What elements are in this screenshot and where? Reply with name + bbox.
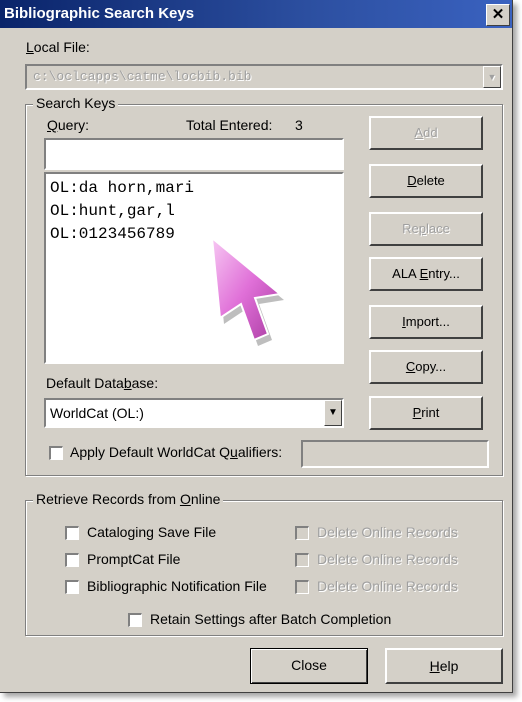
cataloging-save-file-label: Cataloging Save File <box>87 524 217 540</box>
delete-online-records-label: Delete Online Records <box>317 578 458 594</box>
delete-button[interactable]: Delete <box>369 164 483 198</box>
ala-entry-button[interactable]: ALA Entry... <box>369 257 483 291</box>
total-entered-label: Total Entered: <box>186 117 273 133</box>
local-file-value: c:\oclcapps\catme\locbib.bib <box>33 69 252 84</box>
list-item[interactable]: OL:0123456789 <box>50 223 175 246</box>
search-keys-group-title: Search Keys <box>33 95 119 111</box>
retain-settings-label: Retain Settings after Batch Completion <box>150 611 392 627</box>
help-button[interactable]: Help <box>385 648 503 684</box>
promptcat-file-checkbox[interactable] <box>65 553 79 567</box>
bibliographic-notification-file-label: Bibliographic Notification File <box>87 578 267 594</box>
query-input[interactable] <box>44 138 344 170</box>
default-database-select[interactable]: WorldCat (OL:) ▼ <box>44 398 344 428</box>
dialog-window: Bibliographic Search Keys ✕ Local File: … <box>0 0 513 693</box>
delete-online-records-label: Delete Online Records <box>317 524 458 540</box>
search-keys-list[interactable]: OL:da horn,mari OL:hunt,gar,l OL:0123456… <box>44 172 344 364</box>
delete-online-records-checkbox[interactable] <box>295 553 309 567</box>
close-button[interactable]: ✕ <box>486 4 510 26</box>
bibliographic-notification-file-checkbox[interactable] <box>65 580 79 594</box>
apply-qualifiers-checkbox[interactable] <box>49 446 63 460</box>
title-bar[interactable]: Bibliographic Search Keys ✕ <box>0 0 512 28</box>
promptcat-file-label: PromptCat File <box>87 551 181 567</box>
import-button[interactable]: Import... <box>369 305 483 339</box>
delete-online-records-checkbox[interactable] <box>295 526 309 540</box>
copy-button[interactable]: Copy... <box>369 350 483 384</box>
retain-settings-checkbox[interactable] <box>128 613 142 627</box>
list-item[interactable]: OL:hunt,gar,l <box>50 200 175 223</box>
cataloging-save-file-checkbox[interactable] <box>65 526 79 540</box>
print-button[interactable]: Print <box>369 396 483 430</box>
delete-online-records-checkbox[interactable] <box>295 580 309 594</box>
qualifiers-field[interactable] <box>301 440 489 468</box>
chevron-down-icon: ▼ <box>483 66 501 88</box>
retrieve-records-group-title: Retrieve Records from Online <box>33 491 224 507</box>
close-button[interactable]: Close <box>250 648 368 684</box>
query-label: Query: <box>47 117 90 133</box>
local-file-combobox[interactable]: c:\oclcapps\catme\locbib.bib ▼ <box>25 64 503 90</box>
default-database-label: Default Database: <box>46 375 159 391</box>
local-file-label: Local File: <box>26 39 90 55</box>
add-button[interactable]: Add <box>369 116 483 150</box>
window-title: Bibliographic Search Keys <box>4 5 195 22</box>
replace-button[interactable]: Replace <box>369 212 483 246</box>
chevron-down-icon[interactable]: ▼ <box>324 400 342 426</box>
pointer-arrow-icon <box>210 235 284 346</box>
delete-online-records-label: Delete Online Records <box>317 551 458 567</box>
list-item[interactable]: OL:da horn,mari <box>50 177 194 200</box>
total-entered-count: 3 <box>295 117 303 133</box>
default-database-value: WorldCat (OL:) <box>50 405 144 421</box>
apply-qualifiers-label: Apply Default WorldCat Qualifiers: <box>70 444 283 460</box>
